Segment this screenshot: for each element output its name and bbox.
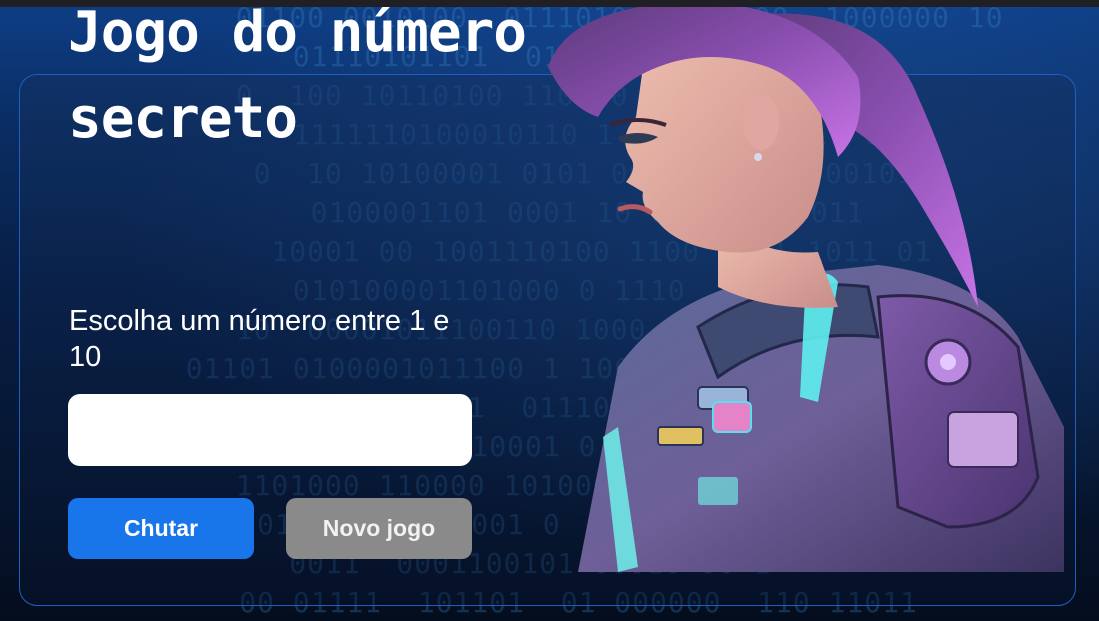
window-top-strip bbox=[0, 0, 1099, 7]
game-page: 01100 0010100 0111010 1011000 1000000 10… bbox=[0, 0, 1099, 621]
guess-button[interactable]: Chutar bbox=[68, 498, 254, 559]
page-title: Jogo do número secreto bbox=[68, 0, 527, 151]
astronaut-girl-illustration bbox=[548, 7, 1064, 572]
new-game-button[interactable]: Novo jogo bbox=[286, 498, 472, 559]
instruction-text: Escolha um número entre 1 e 10 bbox=[69, 305, 450, 373]
guess-input[interactable] bbox=[68, 394, 472, 466]
